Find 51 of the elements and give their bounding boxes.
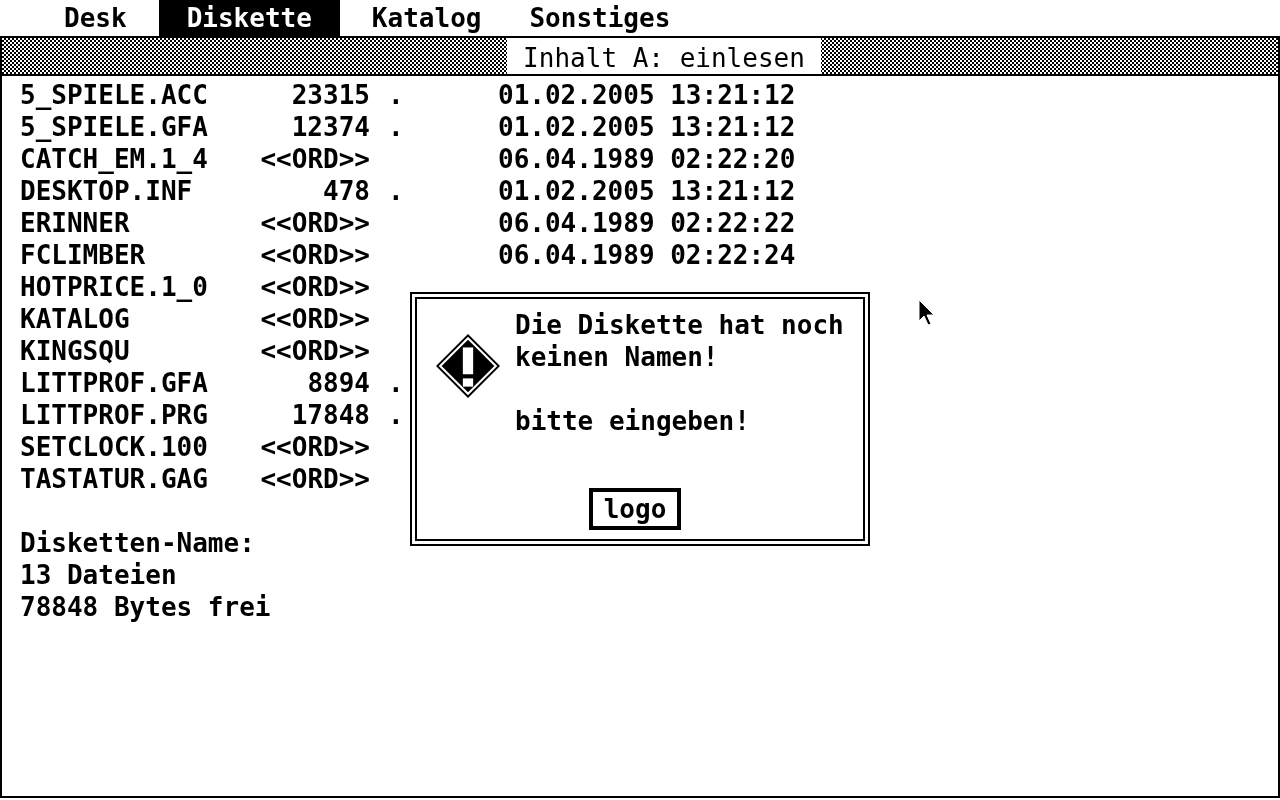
menu-item[interactable]: Diskette: [158, 0, 340, 36]
file-size: <<ORD>>: [259, 143, 370, 175]
file-name: ERINNER: [20, 207, 131, 239]
file-name: FCLIMBER: [20, 239, 147, 271]
alert-message: bitte eingeben!: [515, 406, 750, 436]
warning-icon: [435, 333, 501, 399]
file-name: LITTPROF.GFA: [20, 367, 209, 399]
file-name: 5_SPIELE.GFA: [20, 111, 209, 143]
file-name: CATCH_EM.1_4: [20, 143, 209, 175]
file-date: 06.04.1989 02:22:20: [498, 143, 796, 175]
file-date: 01.02.2005 13:21:12: [498, 79, 796, 111]
file-size: <<ORD>>: [259, 303, 370, 335]
file-size: <<ORD>>: [259, 431, 370, 463]
file-attribute-text: .: [388, 80, 404, 110]
file-name: KATALOG: [20, 303, 131, 335]
file-size: <<ORD>>: [259, 271, 370, 303]
file-size: 478: [322, 175, 370, 207]
menu-item[interactable]: Desk: [48, 0, 143, 36]
file-size: <<ORD>>: [259, 335, 370, 367]
alert-message: keinen Namen!: [515, 342, 719, 372]
file-size: <<ORD>>: [259, 463, 370, 495]
file-name: DESKTOP.INF: [20, 175, 194, 207]
title-bar[interactable]: Inhalt A: einlesen: [2, 38, 1278, 76]
file-name: 5_SPIELE.ACC: [20, 79, 209, 111]
file-size: <<ORD>>: [259, 239, 370, 271]
file-size: 23315: [290, 79, 370, 111]
file-size: 17848: [290, 399, 370, 431]
file-date: 01.02.2005 13:21:12: [498, 175, 796, 207]
file-name: HOTPRICE.1_0: [20, 271, 209, 303]
file-name: KINGSQU: [20, 335, 131, 367]
file-date: 01.02.2005 13:21:12: [498, 111, 796, 143]
file-size: <<ORD>>: [259, 207, 370, 239]
file-size: 12374: [290, 111, 370, 143]
dialog-button[interactable]: logo: [589, 488, 681, 530]
file-name: TASTATUR.GAG: [20, 463, 209, 495]
summary-text: 78848 Bytes frei: [20, 592, 271, 622]
file-attribute-text: .: [388, 176, 404, 206]
file-attribute-text: .: [388, 400, 404, 430]
window-title: Inhalt A: einlesen: [507, 38, 821, 74]
file-attribute-text: .: [388, 368, 404, 398]
file-name: SETCLOCK.100: [20, 431, 209, 463]
file-attribute-text: .: [388, 112, 404, 142]
file-date: 06.04.1989 02:22:24: [498, 239, 796, 271]
menu-item[interactable]: Sonstiges: [513, 0, 687, 36]
alert-message: Die Diskette hat noch: [515, 310, 844, 340]
summary-text: 13 Dateien: [20, 560, 177, 590]
file-size: 8894: [306, 367, 370, 399]
menu-item[interactable]: Katalog: [355, 0, 498, 36]
summary-text: Disketten-Name:: [20, 528, 255, 558]
file-date: 06.04.1989 02:22:22: [498, 207, 796, 239]
file-name: LITTPROF.PRG: [20, 399, 209, 431]
